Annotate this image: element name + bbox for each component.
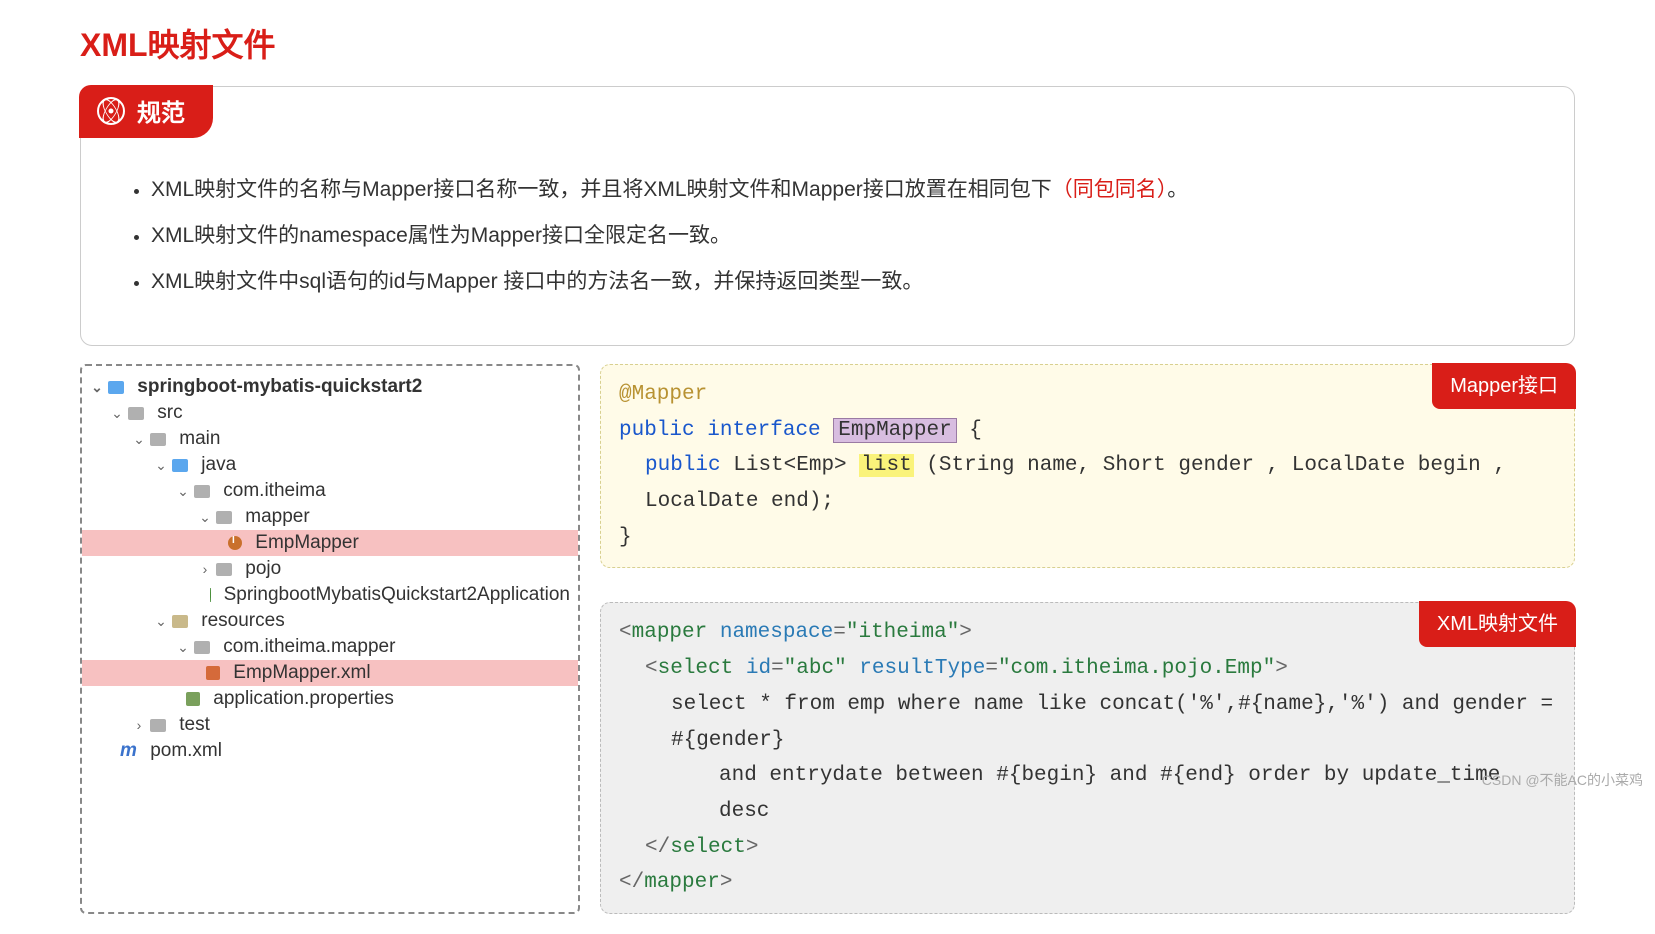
xml-attr-value: "abc" bbox=[784, 657, 847, 680]
xml-close-tag: mapper bbox=[644, 871, 720, 894]
xml-mapper-panel: XML映射文件 <mapper namespace="itheima"> <se… bbox=[600, 602, 1575, 914]
pom-icon: m bbox=[120, 740, 137, 762]
folder-icon bbox=[150, 719, 166, 732]
tree-label: test bbox=[179, 714, 210, 736]
rule-item: XML映射文件中sql语句的id与Mapper 接口中的方法名一致，并保持返回类… bbox=[151, 265, 1544, 295]
folder-icon bbox=[172, 615, 188, 628]
tree-res-pkg[interactable]: ⌄ com.itheima.mapper bbox=[82, 634, 578, 660]
keyword-public: public bbox=[645, 454, 721, 477]
folder-icon bbox=[150, 433, 166, 446]
tree-label: EmpMapper.xml bbox=[233, 662, 370, 684]
xml-angle: </ bbox=[619, 871, 644, 894]
rules-box: 规范 XML映射文件的名称与Mapper接口名称一致，并且将XML映射文件和Ma… bbox=[80, 86, 1575, 346]
interface-icon bbox=[228, 536, 242, 550]
sql-text: and entrydate between #{begin} and #{end… bbox=[619, 758, 1556, 829]
tree-empmapper[interactable]: EmpMapper bbox=[82, 530, 578, 556]
rule-item: XML映射文件的名称与Mapper接口名称一致，并且将XML映射文件和Mappe… bbox=[151, 173, 1544, 203]
folder-icon bbox=[216, 563, 232, 576]
tree-pom[interactable]: m pom.xml bbox=[82, 738, 578, 764]
tree-label: src bbox=[157, 402, 182, 424]
rule-text: XML映射文件的namespace属性为Mapper接口全限定名一致。 bbox=[151, 224, 731, 247]
tree-package[interactable]: ⌄ com.itheima bbox=[82, 478, 578, 504]
tree-label: pom.xml bbox=[150, 740, 222, 762]
tree-label: application.properties bbox=[213, 688, 394, 710]
xml-angle: > bbox=[1275, 657, 1288, 680]
tree-main[interactable]: ⌄ main bbox=[82, 426, 578, 452]
xml-angle: < bbox=[619, 621, 632, 644]
folder-icon bbox=[194, 641, 210, 654]
return-type: List<Emp> bbox=[733, 454, 846, 477]
panel-tag: XML映射文件 bbox=[1419, 601, 1576, 647]
sql-text: select * from emp where name like concat… bbox=[619, 687, 1556, 758]
badge-label: 规范 bbox=[137, 93, 185, 128]
xml-attr-value: "com.itheima.pojo.Emp" bbox=[998, 657, 1275, 680]
method-name-highlight: list bbox=[859, 454, 913, 477]
folder-icon bbox=[128, 407, 144, 420]
atom-icon bbox=[97, 97, 125, 125]
xml-angle: </ bbox=[645, 836, 670, 859]
rule-item: XML映射文件的namespace属性为Mapper接口全限定名一致。 bbox=[151, 219, 1544, 249]
tree-app-class[interactable]: SpringbootMybatisQuickstart2Application bbox=[82, 582, 578, 608]
tree-label: java bbox=[201, 454, 236, 476]
xml-attr-value: "itheima" bbox=[846, 621, 959, 644]
tree-label: mapper bbox=[245, 506, 309, 528]
xml-angle: > bbox=[959, 621, 972, 644]
folder-icon bbox=[108, 381, 124, 394]
tree-label: springboot-mybatis-quickstart2 bbox=[137, 376, 422, 398]
keyword-public: public bbox=[619, 419, 695, 442]
class-name-highlight: EmpMapper bbox=[833, 418, 956, 443]
rules-list: XML映射文件的名称与Mapper接口名称一致，并且将XML映射文件和Mappe… bbox=[111, 127, 1544, 295]
tree-label: com.itheima bbox=[223, 480, 325, 502]
xml-angle: > bbox=[746, 836, 759, 859]
rule-text: XML映射文件的名称与Mapper接口名称一致，并且将XML映射文件和Mappe… bbox=[151, 178, 1052, 201]
tree-label: com.itheima.mapper bbox=[223, 636, 395, 658]
project-tree: ⌄ springboot-mybatis-quickstart2 ⌄ src ⌄… bbox=[80, 364, 580, 914]
rule-highlight: （同包同名） bbox=[1052, 178, 1168, 201]
xml-attr: namespace bbox=[720, 621, 833, 644]
tree-props[interactable]: application.properties bbox=[82, 686, 578, 712]
xml-close-tag: select bbox=[670, 836, 746, 859]
panel-tag: Mapper接口 bbox=[1432, 363, 1576, 409]
rule-text: XML映射文件中sql语句的id与Mapper 接口中的方法名一致，并保持返回类… bbox=[151, 270, 923, 293]
folder-icon bbox=[172, 459, 188, 472]
tree-label: main bbox=[179, 428, 220, 450]
xml-attr: id bbox=[746, 657, 771, 680]
folder-icon bbox=[216, 511, 232, 524]
tree-src[interactable]: ⌄ src bbox=[82, 400, 578, 426]
tree-label: EmpMapper bbox=[255, 532, 359, 554]
xml-attr: resultType bbox=[859, 657, 985, 680]
folder-icon bbox=[194, 485, 210, 498]
rule-text-post: 。 bbox=[1167, 178, 1188, 201]
tree-label: resources bbox=[201, 610, 284, 632]
watermark: CSDN @不能AC的小菜鸡 bbox=[1482, 770, 1643, 790]
xml-tag: select bbox=[658, 657, 734, 680]
tree-resources[interactable]: ⌄ resources bbox=[82, 608, 578, 634]
keyword-interface: interface bbox=[707, 419, 820, 442]
tree-root[interactable]: ⌄ springboot-mybatis-quickstart2 bbox=[82, 374, 578, 400]
tree-label: pojo bbox=[245, 558, 281, 580]
brace: } bbox=[619, 526, 632, 549]
tree-pojo[interactable]: › pojo bbox=[82, 556, 578, 582]
properties-icon bbox=[186, 692, 200, 706]
xml-icon bbox=[206, 666, 220, 680]
tree-empmapper-xml[interactable]: EmpMapper.xml bbox=[82, 660, 578, 686]
tree-mapper-pkg[interactable]: ⌄ mapper bbox=[82, 504, 578, 530]
xml-angle: > bbox=[720, 871, 733, 894]
tree-test[interactable]: › test bbox=[82, 712, 578, 738]
rules-badge: 规范 bbox=[79, 85, 213, 138]
annotation: @Mapper bbox=[619, 383, 707, 406]
mapper-interface-panel: Mapper接口 @Mapper public interface EmpMap… bbox=[600, 364, 1575, 568]
xml-tag: mapper bbox=[632, 621, 708, 644]
page-title: XML映射文件 bbox=[80, 20, 1575, 66]
tree-label: SpringbootMybatisQuickstart2Application bbox=[224, 584, 570, 606]
tree-java[interactable]: ⌄ java bbox=[82, 452, 578, 478]
xml-angle: < bbox=[645, 657, 658, 680]
brace: { bbox=[969, 419, 982, 442]
